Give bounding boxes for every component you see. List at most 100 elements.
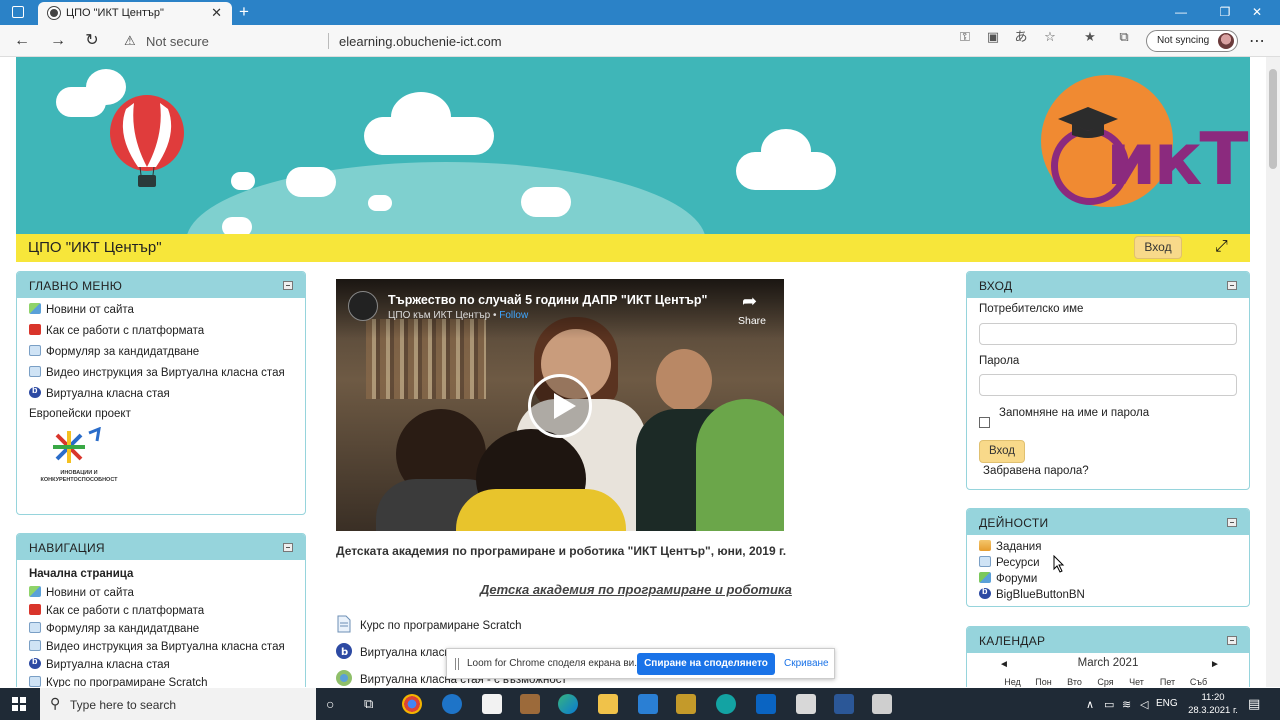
activity-link[interactable]: Форуми [979, 572, 1037, 585]
forum-icon [979, 572, 991, 583]
share-label[interactable]: Share [738, 315, 766, 327]
page-scrollbar[interactable] [1266, 57, 1280, 687]
fullscreen-icon[interactable]: ⤢ [1215, 238, 1228, 256]
app-icon[interactable] [796, 694, 816, 714]
scrollbar-thumb[interactable] [1269, 69, 1277, 169]
mail-icon[interactable] [638, 694, 658, 714]
remember-label[interactable]: Запомняне на име и парола [999, 407, 1149, 419]
more-menu-icon[interactable]: ⋯ [1249, 31, 1265, 51]
back-button[interactable]: ← [12, 31, 32, 51]
eu-project-logo[interactable]: ИНОВАЦИИ И КОНКУРЕНТОСПОСОБНОСТ [39, 426, 119, 487]
edge-icon[interactable] [558, 694, 578, 714]
course-link[interactable]: Детска академия по програмиране и роботи… [480, 582, 792, 597]
clock[interactable]: 11:20 28.3.2021 г. [1188, 691, 1238, 717]
chrome-icon[interactable] [402, 694, 422, 714]
activity-link[interactable]: Ресурси [979, 556, 1040, 569]
collapse-icon[interactable] [1227, 636, 1237, 645]
url-text[interactable]: elearning.obuchenie-ict.com [339, 34, 502, 49]
nav-item[interactable]: Новини от сайта [29, 586, 134, 599]
minimize-button[interactable]: — [1166, 3, 1196, 21]
wifi-icon[interactable]: ≋ [1122, 698, 1131, 711]
network-icon[interactable]: ▭ [1104, 698, 1114, 711]
collections-icon[interactable]: ⧉ [1116, 29, 1132, 45]
not-secure-label[interactable]: Not secure [146, 34, 209, 49]
video-player[interactable]: Тържество по случай 5 години ДАПР "ИКТ Ц… [336, 279, 784, 531]
collapse-icon[interactable] [283, 281, 293, 290]
remember-checkbox[interactable] [979, 417, 990, 428]
calendar-day-header: Пон [1035, 677, 1052, 687]
browser-tab[interactable]: ЦПО "ИКТ Център" ✕ [38, 2, 232, 25]
nav-item[interactable]: Формуляр за кандидатдване [29, 622, 199, 635]
menu-item[interactable]: Как се работи с платформата [29, 324, 204, 337]
nav-item[interactable]: Как се работи с платформата [29, 604, 204, 617]
share-icon[interactable]: ➦ [742, 291, 757, 312]
close-tab-icon[interactable]: ✕ [211, 5, 222, 21]
warning-icon[interactable]: ⚠ [124, 33, 136, 49]
mouse-cursor-icon [1053, 555, 1065, 573]
nav-item[interactable]: Видео инструкция за Виртуална класна ста… [29, 640, 285, 653]
nav-home[interactable]: Начална страница [29, 568, 133, 580]
reload-button[interactable]: ↻ [82, 31, 102, 51]
drag-handle-icon[interactable] [455, 658, 459, 670]
username-input[interactable] [979, 323, 1237, 345]
forward-button[interactable]: → [48, 31, 68, 51]
language-indicator[interactable]: ENG [1156, 698, 1178, 709]
menu-item[interactable]: Формуляр за кандидатдване [29, 345, 199, 358]
video-title[interactable]: Тържество по случай 5 години ДАПР "ИКТ Ц… [388, 293, 707, 307]
password-input[interactable] [979, 374, 1237, 396]
volume-icon[interactable]: ◁ [1140, 698, 1148, 711]
menu-item[interactable]: Видео инструкция за Виртуална класна ста… [29, 366, 285, 379]
collapse-icon[interactable] [1227, 518, 1237, 527]
hide-button[interactable]: Скриване [784, 658, 829, 669]
media-icon[interactable] [676, 694, 696, 714]
add-favorite-icon[interactable]: ☆ [1042, 29, 1058, 45]
windows-start-icon[interactable] [12, 697, 26, 711]
activity-link[interactable]: Задания [979, 540, 1041, 553]
collapse-icon[interactable] [283, 543, 293, 552]
cloud-icon [286, 167, 336, 197]
app-icon[interactable] [520, 694, 540, 714]
word-icon[interactable] [834, 694, 854, 714]
app-icon[interactable] [872, 694, 892, 714]
taskbar-search[interactable]: ⚲ Type here to search [40, 688, 316, 720]
profile-sync-button[interactable]: Not syncing [1146, 30, 1238, 52]
file-explorer-icon[interactable] [598, 694, 618, 714]
outlook-icon[interactable] [756, 694, 776, 714]
arduino-icon[interactable] [716, 694, 736, 714]
nav-item[interactable]: Виртуална класна стая [29, 656, 170, 671]
stop-sharing-button[interactable]: Спиране на споделянето [637, 653, 775, 675]
activity-link[interactable]: BigBlueButtonBN [979, 586, 1085, 601]
nav-item[interactable]: Курс по програмиране Scratch [29, 676, 208, 687]
follow-link[interactable]: Follow [499, 310, 528, 321]
reader-view-icon[interactable]: ▣ [985, 29, 1001, 45]
resource-icon [979, 556, 991, 567]
channel-name[interactable]: ЦПО към ИКТ Център [388, 310, 490, 321]
calendar-next-icon[interactable]: ► [1210, 659, 1220, 670]
cortana-icon[interactable]: ○ [326, 696, 334, 712]
collapse-icon[interactable] [1227, 281, 1237, 290]
restore-button[interactable]: ❐ [1210, 3, 1240, 21]
new-tab-button[interactable]: + [234, 2, 254, 22]
favorites-icon[interactable]: ★ [1082, 29, 1098, 45]
translate-icon[interactable]: あ [1013, 29, 1029, 45]
header-login-button[interactable]: Вход [1134, 236, 1182, 259]
activity-item[interactable]: Курс по програмиране Scratch [336, 615, 522, 633]
site-title[interactable]: ЦПО "ИКТ Център" [28, 239, 162, 256]
play-button[interactable] [528, 374, 592, 438]
channel-avatar[interactable] [348, 291, 378, 321]
login-button[interactable]: Вход [979, 440, 1025, 463]
forgot-password-link[interactable]: Забравена парола? [983, 465, 1089, 477]
internet-explorer-icon[interactable] [442, 694, 462, 714]
notification-icon[interactable]: ▤ [1248, 696, 1260, 712]
notepad-icon[interactable] [482, 694, 502, 714]
block-header: ДЕЙНОСТИ [967, 509, 1249, 535]
menu-item[interactable]: Виртуална класна стая [29, 385, 170, 400]
window-menu-icon[interactable] [12, 6, 24, 18]
task-view-icon[interactable]: ⧉ [364, 696, 373, 712]
calendar-month[interactable]: March 2021 [967, 657, 1249, 669]
tray-expand-icon[interactable]: ∧ [1086, 698, 1094, 711]
close-window-button[interactable]: ✕ [1242, 3, 1272, 21]
key-icon[interactable]: ⚿ [957, 29, 973, 45]
menu-item[interactable]: Новини от сайта [29, 303, 134, 316]
address-bar[interactable]: ⚠ Not secure elearning.obuchenie-ict.com [112, 29, 1072, 53]
